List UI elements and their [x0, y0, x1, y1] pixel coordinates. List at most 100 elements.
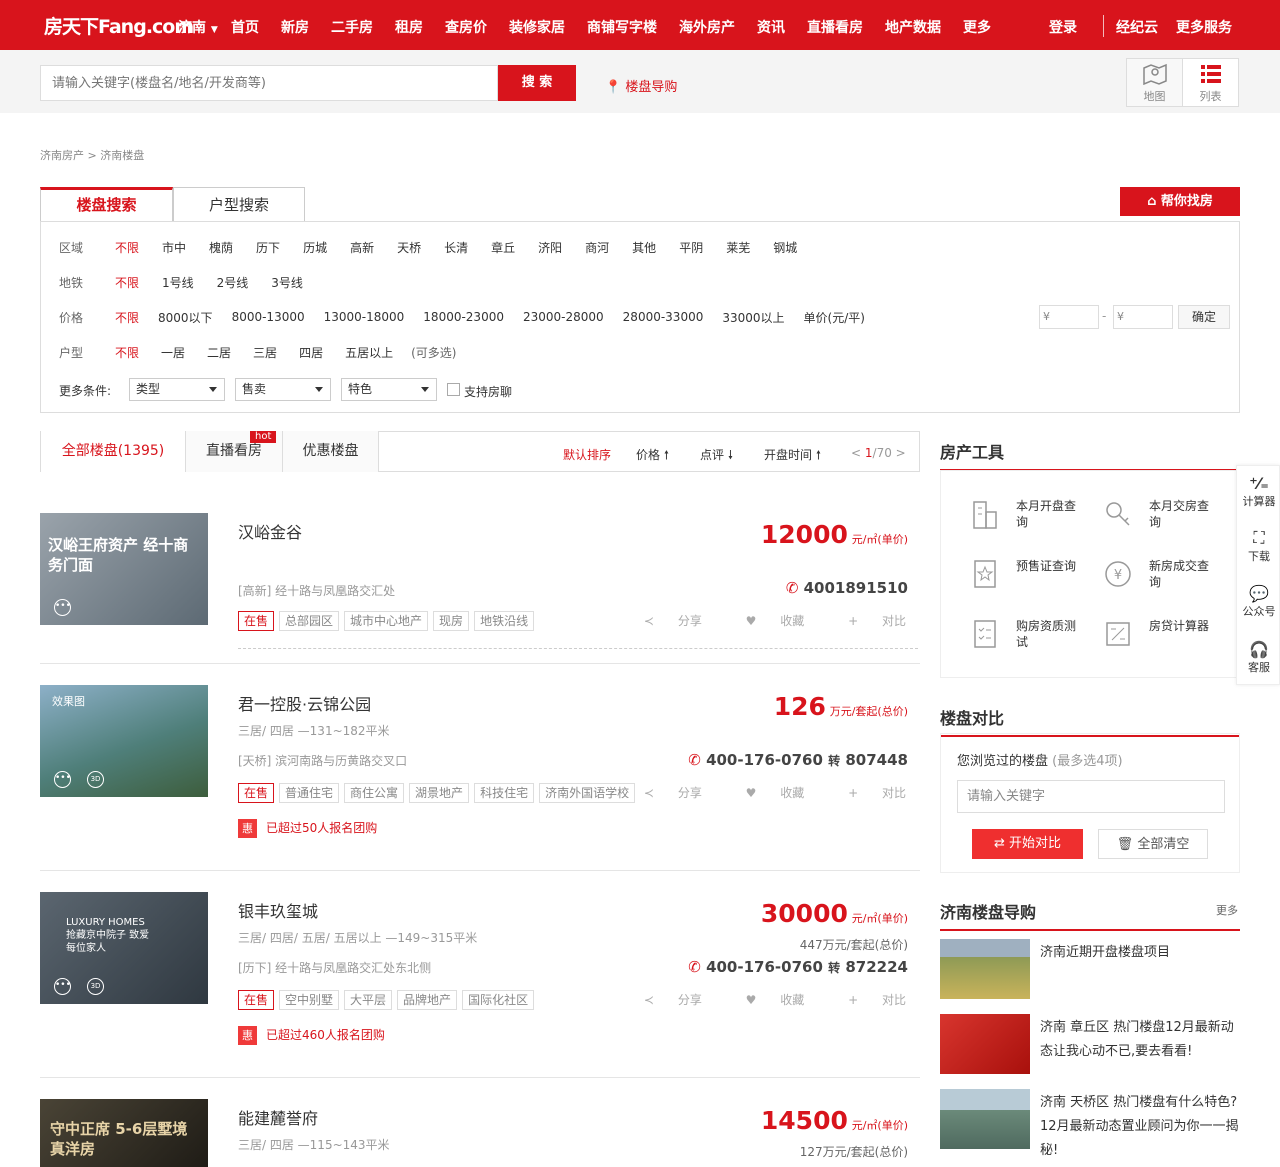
prev-page-icon[interactable]: < — [851, 446, 861, 460]
filter-option[interactable]: 3号线 — [271, 274, 303, 291]
next-page-icon[interactable]: > — [896, 446, 906, 460]
login-link[interactable]: 登录 — [1049, 17, 1077, 37]
filter-option[interactable]: 天桥 — [397, 239, 421, 256]
listing-name[interactable]: 银丰玖玺城 — [238, 898, 318, 922]
sale-dropdown[interactable]: 售卖 — [235, 378, 331, 401]
compare-button[interactable]: + 对比 — [828, 614, 906, 628]
breadcrumb-item[interactable]: 济南楼盘 — [100, 149, 144, 162]
float-download[interactable]: ⛶ 下载 — [1237, 528, 1280, 564]
nav-item-news[interactable]: 资讯 — [757, 17, 785, 37]
type-dropdown[interactable]: 类型 — [129, 378, 225, 401]
share-button[interactable]: ≺ 分享 — [624, 993, 702, 1007]
filter-option[interactable]: 1号线 — [162, 274, 194, 291]
clear-all-button[interactable]: 🗑 全部清空 — [1098, 829, 1208, 859]
share-button[interactable]: ≺ 分享 — [624, 614, 702, 628]
search-button[interactable]: 搜 索 — [498, 65, 576, 101]
float-calculator[interactable]: ⁺⁄₌ 计算器 — [1237, 474, 1280, 509]
group-buy-info[interactable]: 惠已超过50人报名团购 — [238, 819, 377, 838]
listing-phone[interactable]: ✆ 4001891510 — [786, 579, 908, 597]
filter-option[interactable]: 章丘 — [491, 239, 515, 256]
sort-price[interactable]: 价格 🠕 — [636, 446, 669, 467]
filter-option[interactable]: 济阳 — [538, 239, 562, 256]
breadcrumb-item[interactable]: 济南房产 — [40, 149, 84, 162]
list-view-button[interactable]: 列表 — [1182, 58, 1239, 107]
listing-image[interactable]: LUXURY HOMES 抢藏京中院子 致爱每位家人 ••• 3D — [40, 892, 208, 1004]
tab-layout-search[interactable]: 户型搜索 — [173, 187, 305, 222]
tab-discount-listings[interactable]: 优惠楼盘 — [283, 431, 379, 472]
listing-name[interactable]: 能建麓誉府 — [238, 1105, 318, 1129]
listing-phone[interactable]: ✆ 400-176-0760 转 807448 — [688, 751, 908, 769]
filter-option[interactable]: 18000-23000 — [423, 310, 504, 324]
compare-search-input[interactable]: 请输入关键字 — [957, 780, 1225, 813]
filter-option[interactable]: 一居 — [161, 344, 185, 361]
filter-option[interactable]: 长清 — [444, 239, 468, 256]
nav-item-new-house[interactable]: 新房 — [281, 17, 309, 37]
filter-option[interactable]: 33000以上 — [722, 309, 784, 326]
guide-more-link[interactable]: 更多 — [1216, 902, 1238, 918]
filter-option[interactable]: 三居 — [253, 344, 277, 361]
start-compare-button[interactable]: ⇄ 开始对比 — [972, 829, 1083, 859]
sort-open-time[interactable]: 开盘时间 🠕 — [764, 446, 821, 467]
help-find-house-button[interactable]: ⌂ 帮你找房 — [1120, 187, 1240, 216]
nav-item-home[interactable]: 首页 — [231, 17, 259, 37]
more-services-link[interactable]: 更多服务 — [1176, 17, 1232, 37]
tool-qualification-test[interactable]: 购房资质测试 — [974, 618, 1076, 650]
chat-icon[interactable]: ••• — [54, 978, 71, 995]
float-wechat[interactable]: 💬 公众号 — [1237, 584, 1280, 619]
filter-option[interactable]: 槐荫 — [209, 239, 233, 256]
filter-option[interactable]: 23000-28000 — [523, 310, 604, 324]
nav-item-price-check[interactable]: 查房价 — [445, 17, 487, 37]
filter-option[interactable]: 高新 — [350, 239, 374, 256]
site-logo[interactable]: 房天下Fang.com — [44, 12, 194, 39]
chat-icon[interactable]: ••• — [54, 599, 71, 616]
favorite-button[interactable]: ♥ 收藏 — [726, 993, 805, 1007]
filter-option[interactable]: 不限 — [115, 344, 139, 361]
filter-option[interactable]: 历下 — [256, 239, 280, 256]
3d-view-icon[interactable]: 3D — [87, 771, 104, 788]
map-view-button[interactable]: 地图 — [1126, 58, 1183, 107]
filter-option[interactable]: 单价(元/平) — [804, 309, 865, 326]
listing-image[interactable]: 守中正席 5-6层墅境真洋房 — [40, 1099, 208, 1167]
tool-presale-permit[interactable]: 预售证查询 — [974, 558, 1076, 588]
filter-option[interactable]: 8000-13000 — [232, 310, 305, 324]
filter-option[interactable]: 2号线 — [217, 274, 249, 291]
nav-item-live[interactable]: 直播看房 — [807, 17, 863, 37]
feature-dropdown[interactable]: 特色 — [341, 378, 437, 401]
nav-item-overseas[interactable]: 海外房产 — [679, 17, 735, 37]
filter-option[interactable]: 五居以上 — [345, 344, 393, 361]
tool-loan-calculator[interactable]: 房贷计算器 — [1106, 618, 1209, 646]
filter-option[interactable]: 8000以下 — [158, 309, 213, 326]
filter-option[interactable]: 历城 — [303, 239, 327, 256]
sort-default[interactable]: 默认排序 — [563, 446, 611, 463]
nav-item-decoration[interactable]: 装修家居 — [509, 17, 565, 37]
city-switcher[interactable]: 济南 ▼ — [178, 17, 218, 37]
filter-option[interactable]: 钢城 — [773, 239, 797, 256]
agent-cloud-link[interactable]: 经纪云 — [1116, 17, 1158, 37]
filter-option[interactable]: 商河 — [585, 239, 609, 256]
favorite-button[interactable]: ♥ 收藏 — [726, 786, 805, 800]
filter-option[interactable]: 莱芜 — [726, 239, 750, 256]
tool-monthly-opening[interactable]: 本月开盘查询 — [973, 498, 1076, 530]
guide-link[interactable]: 📍 楼盘导购 — [605, 76, 677, 95]
favorite-button[interactable]: ♥ 收藏 — [726, 614, 805, 628]
price-confirm-button[interactable]: 确定 — [1178, 305, 1230, 329]
tab-property-search[interactable]: 楼盘搜索 — [40, 187, 173, 222]
float-service[interactable]: 🎧 客服 — [1237, 640, 1280, 675]
filter-option[interactable]: 不限 — [115, 239, 139, 256]
filter-option[interactable]: 平阴 — [679, 239, 703, 256]
filter-option[interactable]: 市中 — [162, 239, 186, 256]
compare-button[interactable]: + 对比 — [828, 993, 906, 1007]
filter-option[interactable]: 13000-18000 — [324, 310, 405, 324]
listing-name[interactable]: 汉峪金谷 — [238, 519, 302, 543]
chat-icon[interactable]: ••• — [54, 771, 71, 788]
price-max-input[interactable]: ¥ — [1113, 305, 1173, 329]
nav-item-more[interactable]: 更多 — [963, 17, 991, 37]
group-buy-info[interactable]: 惠已超过460人报名团购 — [238, 1026, 385, 1045]
tab-all-listings[interactable]: 全部楼盘(1395) — [40, 431, 186, 472]
chat-support-checkbox[interactable] — [447, 383, 460, 396]
listing-image[interactable]: 汉峪王府资产 经十商务门面 ••• — [40, 513, 208, 625]
guide-article[interactable]: 济南近期开盘楼盘项目 — [940, 939, 1240, 999]
guide-article[interactable]: 济南 章丘区 热门楼盘12月最新动态让我心动不已,要去看看! — [940, 1014, 1240, 1074]
filter-option[interactable]: 不限 — [115, 309, 139, 326]
guide-article[interactable]: 济南 天桥区 热门楼盘有什么特色?12月最新动态置业顾问为你一一揭秘! — [940, 1089, 1240, 1158]
